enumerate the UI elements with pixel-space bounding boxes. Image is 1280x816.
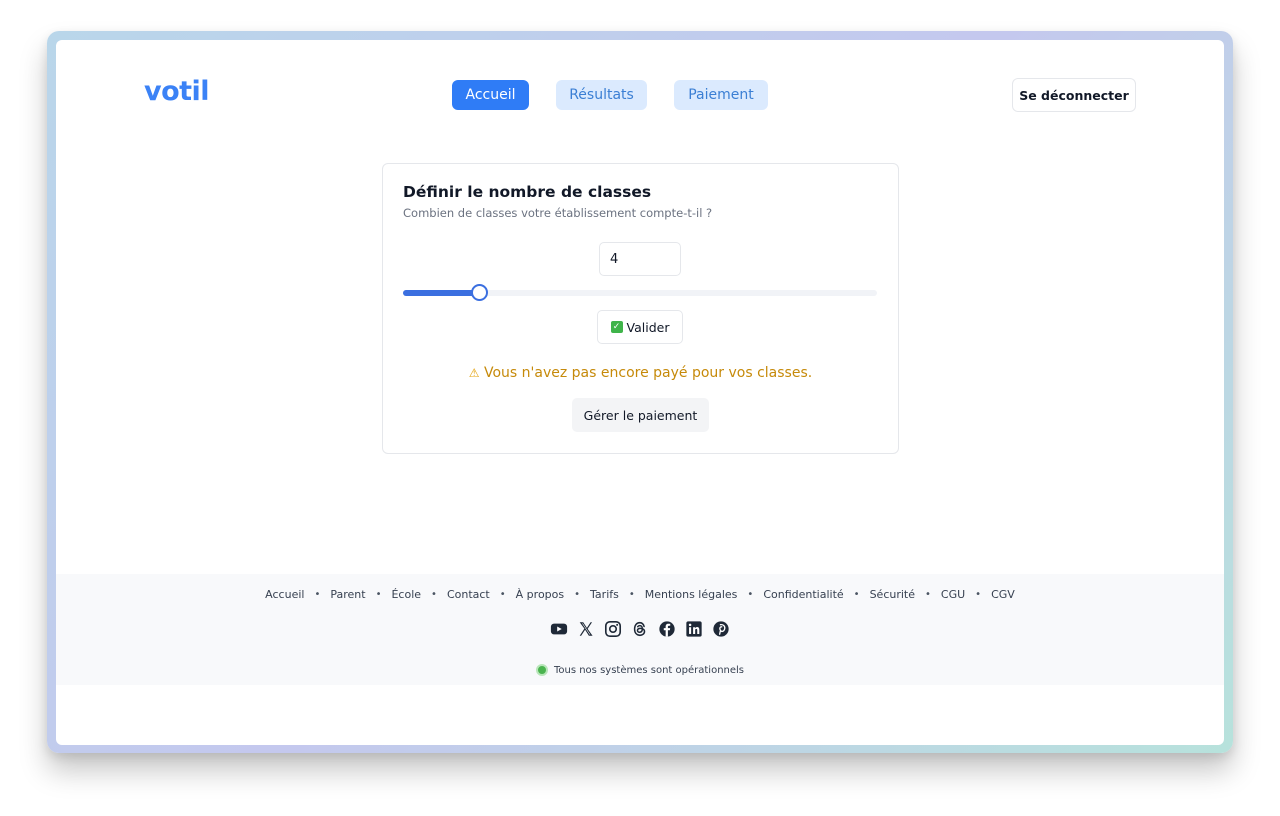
footer-separator: •	[747, 589, 754, 600]
card-subtitle: Combien de classes votre établissement c…	[403, 206, 713, 220]
footer-link[interactable]: CGV	[991, 588, 1015, 601]
footer-links: Accueil • Parent • École • Contact • À propos • Ta…	[56, 588, 1224, 601]
check-icon: ✓	[610, 321, 623, 333]
footer-link[interactable]: Parent	[330, 588, 365, 601]
slider-thumb[interactable]	[470, 284, 488, 301]
footer-link[interactable]: École	[391, 588, 421, 601]
footer-link[interactable]: CGU	[941, 588, 965, 601]
footer-separator: •	[853, 589, 860, 600]
payment-warning: ⚠ Vous n'avez pas encore payé pour vos c…	[383, 365, 898, 381]
social-links	[56, 620, 1224, 638]
pinterest-icon[interactable]	[712, 620, 730, 638]
x-icon[interactable]	[577, 620, 595, 638]
app-window: votil Accueil Résultats Paiement Se déco…	[56, 40, 1224, 745]
card-title: Définir le nombre de classes	[403, 183, 652, 201]
footer-separator: •	[314, 589, 321, 600]
threads-icon[interactable]	[631, 620, 649, 638]
warning-text: Vous n'avez pas encore payé pour vos cla…	[484, 365, 813, 381]
slider-fill	[403, 290, 479, 296]
footer-link[interactable]: Confidentialité	[763, 588, 843, 601]
nav-paiement-button[interactable]: Paiement	[674, 80, 768, 110]
footer: Accueil • Parent • École • Contact • À propos • Ta…	[56, 574, 1224, 685]
instagram-icon[interactable]	[604, 620, 622, 638]
footer-link[interactable]: Accueil	[265, 588, 304, 601]
validate-label: Valider	[626, 319, 670, 335]
footer-separator: •	[574, 589, 581, 600]
logo[interactable]: votil	[144, 76, 210, 107]
class-count-input[interactable]	[599, 242, 681, 276]
status-dot	[535, 664, 548, 676]
manage-payment-button[interactable]: Gérer le paiement	[572, 398, 709, 432]
facebook-icon[interactable]	[658, 620, 676, 638]
nav-resultats-button[interactable]: Résultats	[556, 80, 647, 110]
system-status: Tous nos systèmes sont opérationnels	[56, 664, 1224, 676]
nav-accueil-button[interactable]: Accueil	[452, 80, 529, 110]
logout-button[interactable]: Se déconnecter	[1012, 78, 1136, 112]
footer-link[interactable]: À propos	[516, 588, 564, 601]
youtube-icon[interactable]	[550, 620, 568, 638]
validate-button[interactable]: ✓ Valider	[597, 310, 683, 344]
linkedin-icon[interactable]	[685, 620, 703, 638]
footer-link[interactable]: Tarifs	[590, 588, 619, 601]
footer-separator: •	[431, 589, 437, 600]
warning-icon: ⚠	[468, 366, 480, 380]
footer-link[interactable]: Contact	[447, 588, 490, 601]
footer-link[interactable]: Mentions légales	[645, 588, 738, 601]
footer-separator: •	[375, 589, 382, 600]
footer-separator: •	[628, 589, 635, 600]
footer-separator: •	[925, 589, 931, 600]
footer-separator: •	[499, 589, 506, 600]
status-text: Tous nos systèmes sont opérationnels	[553, 664, 745, 676]
footer-separator: •	[975, 589, 982, 600]
footer-link[interactable]: Sécurité	[870, 588, 915, 601]
class-count-card: Définir le nombre de classes Combien de …	[382, 163, 899, 454]
class-count-slider[interactable]	[403, 284, 877, 301]
